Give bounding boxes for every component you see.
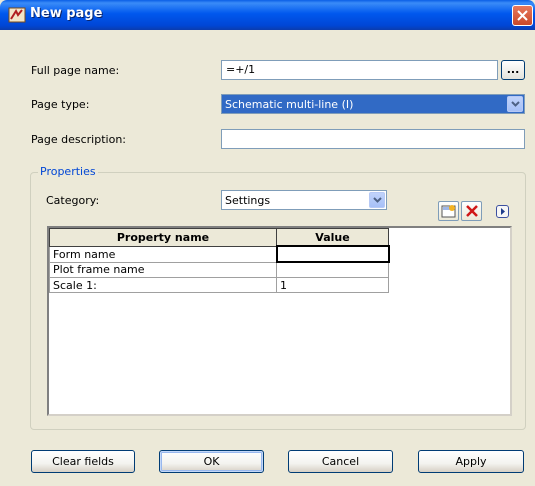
category-dropdown-button[interactable] xyxy=(369,192,385,208)
close-button[interactable] xyxy=(512,5,533,26)
property-name-cell[interactable]: Scale 1: xyxy=(49,277,277,293)
apply-label: Apply xyxy=(455,455,487,468)
properties-legend: Properties xyxy=(38,165,98,178)
page-type-dropdown-button[interactable] xyxy=(507,96,523,112)
full-page-name-label: Full page name: xyxy=(31,64,120,77)
column-header-property-name[interactable]: Property name xyxy=(49,228,277,247)
table-row[interactable]: Form name xyxy=(49,245,390,263)
property-name-cell[interactable]: Plot frame name xyxy=(49,261,277,278)
property-grid[interactable]: Property name Value Form name Plot frame… xyxy=(47,226,512,416)
app-icon xyxy=(8,7,26,23)
ok-label: OK xyxy=(203,455,220,468)
category-label: Category: xyxy=(46,194,100,207)
title-bar: New page xyxy=(0,0,535,30)
property-table: Property name Value Form name Plot frame… xyxy=(49,228,390,293)
full-page-name-field[interactable]: =+/1 xyxy=(221,60,498,80)
property-table-header: Property name Value xyxy=(49,228,389,247)
property-name-cell[interactable]: Form name xyxy=(49,245,277,263)
browse-button[interactable]: ... xyxy=(501,60,525,80)
table-row[interactable]: Plot frame name xyxy=(49,261,389,278)
property-value-cell[interactable] xyxy=(276,261,389,278)
window-title: New page xyxy=(30,6,103,21)
property-value-cell[interactable] xyxy=(275,245,390,263)
close-icon xyxy=(517,10,528,21)
chevron-down-icon xyxy=(510,101,520,107)
property-value-cell[interactable]: 1 xyxy=(276,277,389,293)
page-description-field[interactable] xyxy=(221,129,525,149)
ok-button[interactable]: OK xyxy=(159,450,264,473)
delete-property-button[interactable] xyxy=(461,201,482,221)
clear-fields-label: Clear fields xyxy=(52,455,114,468)
column-header-value[interactable]: Value xyxy=(276,228,389,247)
clear-fields-button[interactable]: Clear fields xyxy=(31,450,135,473)
expand-button[interactable] xyxy=(496,205,509,218)
new-property-icon xyxy=(441,205,456,218)
chevron-down-icon xyxy=(372,197,382,203)
category-select[interactable]: Settings xyxy=(221,190,387,210)
page-type-value: Schematic multi-line (I) xyxy=(225,98,354,111)
expand-arrow-icon xyxy=(500,208,505,215)
full-page-name-value: =+/1 xyxy=(226,63,256,76)
browse-button-label: ... xyxy=(506,63,520,76)
new-property-button[interactable] xyxy=(438,201,459,221)
cancel-button[interactable]: Cancel xyxy=(288,450,393,473)
page-type-select[interactable]: Schematic multi-line (I) xyxy=(221,94,525,114)
apply-button[interactable]: Apply xyxy=(418,450,524,473)
delete-property-icon xyxy=(465,205,478,217)
page-description-label: Page description: xyxy=(31,133,126,146)
category-value: Settings xyxy=(225,194,271,207)
cancel-label: Cancel xyxy=(321,455,360,468)
table-row[interactable]: Scale 1: 1 xyxy=(49,277,389,293)
page-type-label: Page type: xyxy=(31,98,90,111)
